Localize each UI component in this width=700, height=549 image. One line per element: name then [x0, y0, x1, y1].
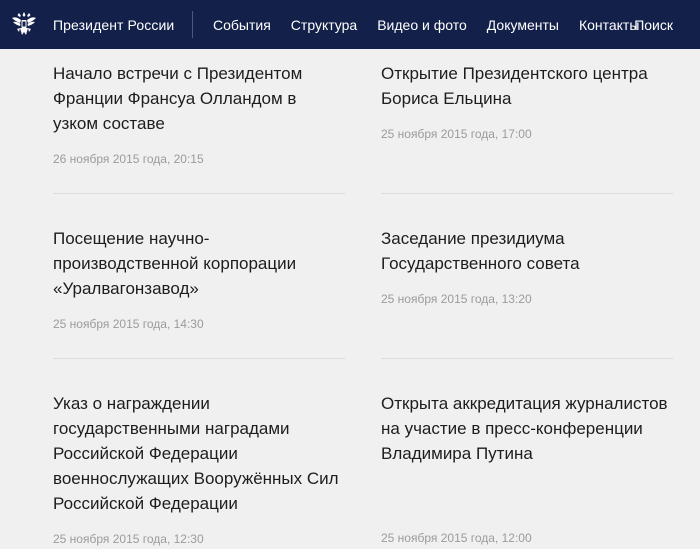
top-navigation-bar: Президент России События Структура Видео…: [0, 0, 700, 49]
news-item: Заседание президиума Государственного со…: [381, 226, 673, 306]
divider-line: [53, 193, 345, 194]
nav-item-structure[interactable]: Структура: [291, 17, 357, 33]
news-item: Посещение научно-производственной корпор…: [53, 226, 345, 331]
nav-item-contacts[interactable]: Контакты: [579, 17, 639, 33]
news-date: 26 ноября 2015 года, 20:15: [53, 152, 204, 166]
news-title-link[interactable]: Посещение научно-производственной корпор…: [53, 226, 345, 301]
search-link[interactable]: Поиск: [634, 0, 673, 49]
brand-link[interactable]: Президент России: [53, 0, 174, 49]
nav-item-events[interactable]: События: [213, 17, 271, 33]
news-date: 25 ноября 2015 года, 12:30: [53, 532, 204, 546]
news-date: 25 ноября 2015 года, 12:00: [381, 531, 532, 545]
divider-line: [53, 358, 345, 359]
news-item: Открытие Президентского центра Бориса Ел…: [381, 61, 673, 141]
news-title-link[interactable]: Открытие Президентского центра Бориса Ел…: [381, 61, 673, 111]
news-date: 25 ноября 2015 года, 14:30: [53, 317, 204, 331]
nav-item-documents[interactable]: Документы: [487, 17, 559, 33]
double-headed-eagle-logo-icon[interactable]: [9, 9, 39, 39]
nav-item-video-photo[interactable]: Видео и фото: [377, 17, 467, 33]
header-divider: [192, 11, 193, 38]
news-item: Указ о награждении государственными нагр…: [53, 391, 345, 546]
news-title-link[interactable]: Открыта аккредитация журналистов на учас…: [381, 391, 673, 466]
news-title-link[interactable]: Указ о награждении государственными нагр…: [53, 391, 345, 516]
news-date: 25 ноября 2015 года, 13:20: [381, 292, 532, 306]
divider-line: [381, 358, 673, 359]
news-item: Открыта аккредитация журналистов на учас…: [381, 391, 673, 545]
news-title-link[interactable]: Начало встречи с Президентом Франции Фра…: [53, 61, 345, 136]
news-feed: Начало встречи с Президентом Франции Фра…: [0, 49, 700, 549]
news-item: Начало встречи с Президентом Франции Фра…: [53, 61, 345, 166]
news-date: 25 ноября 2015 года, 17:00: [381, 127, 532, 141]
news-title-link[interactable]: Заседание президиума Государственного со…: [381, 226, 673, 276]
divider-line: [381, 193, 673, 194]
main-nav: События Структура Видео и фото Документы…: [213, 0, 659, 49]
